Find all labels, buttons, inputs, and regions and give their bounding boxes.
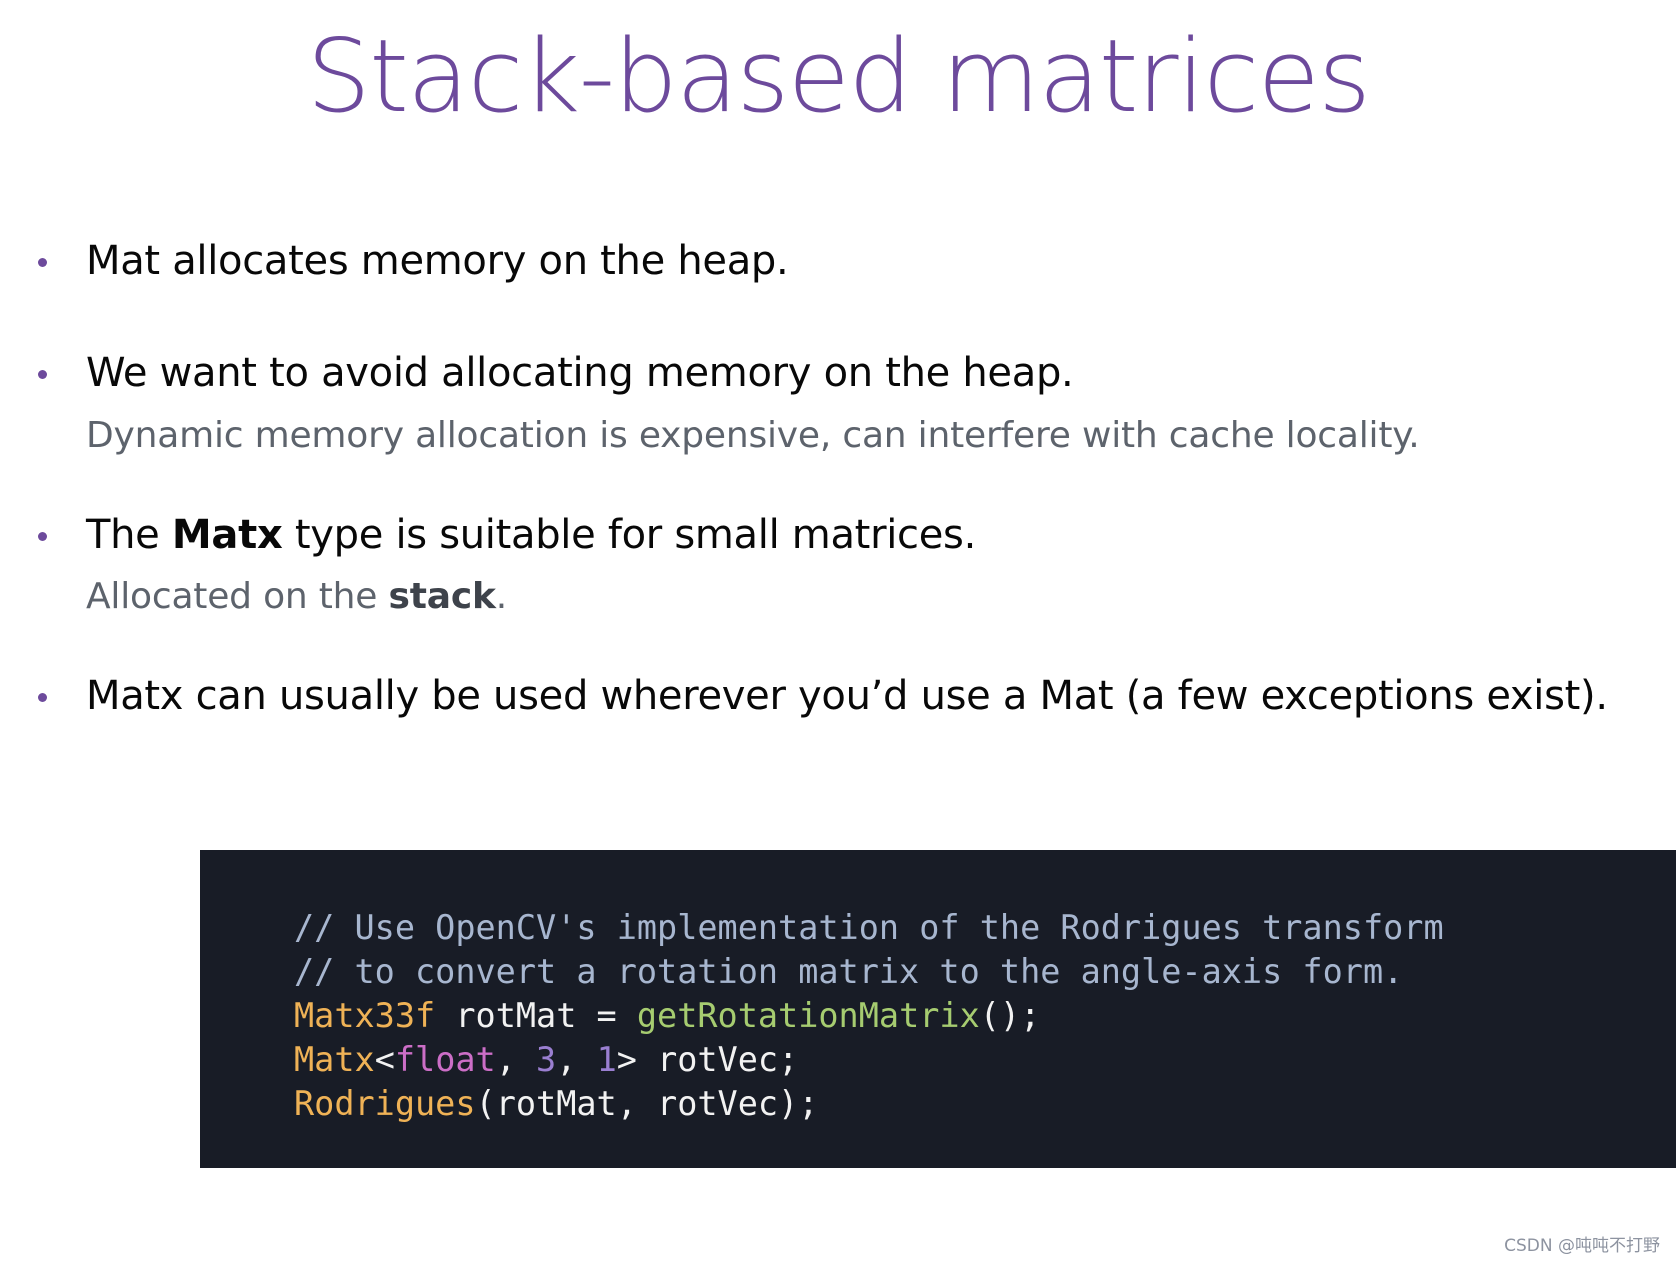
code-token-type: Matx <box>294 1040 375 1079</box>
bullet-dot-icon <box>38 531 47 541</box>
bullet-dot-icon <box>38 258 47 267</box>
code-line: Rodrigues(rotMat, rotVec); <box>294 1082 1444 1126</box>
bullet-list: Mat allocates memory on the heap. We wan… <box>24 236 1616 721</box>
code-token-comment: // to convert a rotation matrix to the a… <box>294 952 1404 991</box>
code-token-keyword: float <box>394 1040 496 1079</box>
bullet-main-text: We want to avoid allocating memory on th… <box>86 350 1074 397</box>
bullet-main-text-emphasis: Matx <box>171 511 283 558</box>
code-token-plain: (rotMat, rotVec); <box>475 1084 819 1123</box>
bullet-sub-text: Allocated on the stack. <box>86 575 1616 619</box>
bullet-sub-text: Dynamic memory allocation is expensive, … <box>86 414 1420 456</box>
bullet-main-text: Matx can usually be used wherever you’d … <box>86 672 1608 719</box>
code-token-plain: rotMat = <box>435 996 637 1035</box>
code-token-type: Matx33f <box>294 996 436 1035</box>
bullet-main-text-pre: The <box>86 511 172 558</box>
bullet-main-text-post: type is suitable for small matrices. <box>282 511 976 558</box>
bullet-sub-text-pre: Allocated on the <box>86 576 389 618</box>
list-item: Mat allocates memory on the heap. <box>24 236 1616 286</box>
slide-canvas: Stack-based matrices Mat allocates memor… <box>0 0 1676 1268</box>
bullet-sub-text-emphasis: stack <box>388 576 496 618</box>
list-item: We want to avoid allocating memory on th… <box>24 348 1616 457</box>
bullet-dot-icon <box>38 692 47 702</box>
code-token-number: 1 <box>596 1040 617 1079</box>
code-token-plain: , <box>556 1040 597 1079</box>
code-token-function: getRotationMatrix <box>636 996 980 1035</box>
page-title: Stack-based matrices <box>306 17 1371 135</box>
code-token-type: Rodrigues <box>294 1084 476 1123</box>
code-token-comment: // Use OpenCV's implementation of the Ro… <box>294 908 1444 947</box>
bullet-dot-icon <box>38 370 47 380</box>
bullet-main-text: The Matx type is suitable for small matr… <box>86 510 1616 560</box>
code-line: // to convert a rotation matrix to the a… <box>294 950 1444 994</box>
code-token-number: 3 <box>536 1040 557 1079</box>
list-item: The Matx type is suitable for small matr… <box>24 510 1616 619</box>
code-token-plain: < <box>374 1040 395 1079</box>
list-item: Matx can usually be used wherever you’d … <box>24 671 1616 721</box>
bullet-sub-text-post: . <box>495 576 507 618</box>
code-token-plain: (); <box>979 996 1041 1035</box>
code-line: Matx33f rotMat = getRotationMatrix(); <box>294 994 1444 1038</box>
bullet-main-text: Mat allocates memory on the heap. <box>86 238 789 284</box>
csdn-watermark: CSDN @吨吨不打野 <box>1504 1236 1660 1256</box>
code-token-plain: , <box>495 1040 537 1079</box>
code-token-plain: > rotVec; <box>616 1040 799 1079</box>
code-content: // Use OpenCV's implementation of the Ro… <box>294 906 1444 1126</box>
code-line: Matx<float, 3, 1> rotVec; <box>294 1038 1444 1082</box>
code-block: // Use OpenCV's implementation of the Ro… <box>200 850 1676 1168</box>
code-line: // Use OpenCV's implementation of the Ro… <box>294 906 1444 950</box>
